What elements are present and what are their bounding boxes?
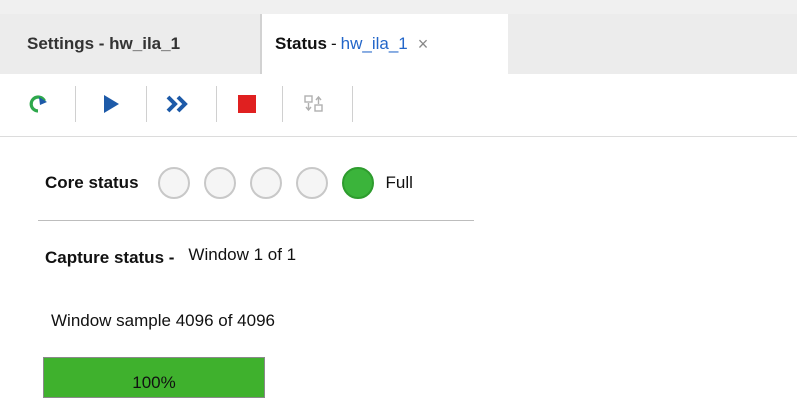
toolbar-separator	[282, 86, 283, 122]
export-icon	[304, 95, 323, 112]
window-sample-text: Window sample 4096 of 4096	[51, 311, 275, 330]
status-led-pre-trigger	[249, 167, 282, 199]
tab-bar: Settings - hw_ila_1 Status - hw_ila_1 ×	[0, 14, 797, 74]
export-button[interactable]	[298, 88, 330, 120]
capture-progress-bar: 100%	[43, 357, 265, 398]
core-status-row: Core status Full	[45, 166, 413, 200]
progress-percent-text: 100%	[132, 372, 176, 392]
run-trigger-button[interactable]	[95, 88, 127, 120]
stop-button[interactable]	[231, 88, 263, 120]
tab-status-title: Status	[275, 34, 327, 53]
core-status-label: Core status	[45, 173, 139, 192]
stop-icon	[238, 95, 256, 113]
status-led-post-trigger	[295, 167, 328, 199]
toolbar-separator	[352, 86, 353, 122]
run-immediate-icon	[166, 95, 188, 113]
tab-settings-label: Settings - hw_ila_1	[27, 34, 181, 53]
toolbar-separator	[146, 86, 147, 122]
refresh-icon	[29, 95, 47, 113]
top-strip	[0, 0, 797, 14]
toolbar-separator	[216, 86, 217, 122]
run-trigger-icon	[104, 95, 119, 113]
tab-status-core-name: hw_ila_1	[340, 34, 408, 53]
toolbar-separator	[75, 86, 76, 122]
core-status-indicators	[157, 167, 388, 199]
tab-status[interactable]: Status - hw_ila_1 ×	[262, 14, 508, 74]
hardware-ila-window: Settings - hw_ila_1 Status - hw_ila_1 ×	[0, 0, 797, 408]
capture-window-text: Window 1 of 1	[188, 245, 297, 264]
tab-settings[interactable]: Settings - hw_ila_1	[0, 14, 262, 74]
capture-status-label: Capture status -	[45, 248, 175, 267]
tab-status-separator: -	[330, 34, 337, 53]
refresh-button[interactable]	[22, 88, 54, 120]
status-led-full	[341, 167, 374, 199]
status-led-waiting	[203, 167, 236, 199]
toolbar	[0, 74, 797, 137]
core-status-state: Full	[385, 173, 413, 192]
run-immediate-button[interactable]	[162, 88, 194, 120]
close-icon[interactable]: ×	[418, 34, 429, 55]
capture-status-row: Capture status - Window 1 of 1	[45, 244, 296, 272]
section-divider	[38, 220, 474, 221]
status-led-idle	[157, 167, 190, 199]
